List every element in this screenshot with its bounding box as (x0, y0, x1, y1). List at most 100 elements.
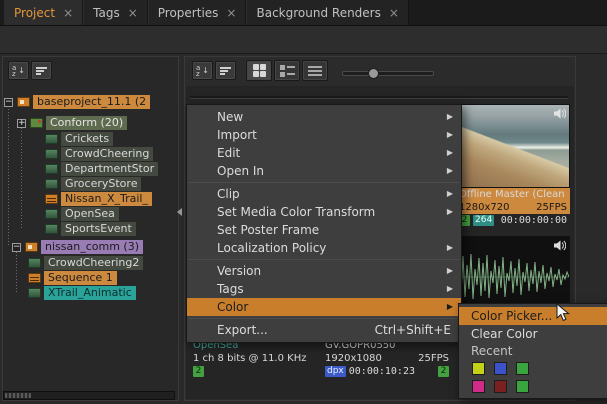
tree-item-baseproject[interactable]: − baseproject_11.1 (2 (4, 95, 150, 109)
recent-color-swatch[interactable] (516, 362, 529, 375)
tab-background-renders[interactable]: Background Renders × (246, 0, 408, 25)
arrow-down-icon: ↓ (18, 66, 25, 75)
tree-item-label: OpenSea (61, 207, 119, 221)
menu-item-color[interactable]: Color ▶ (187, 298, 461, 316)
tree-item-sportsevent[interactable]: SportsEvent (45, 222, 136, 236)
project-icon (17, 97, 30, 107)
menu-item-version[interactable]: Version ▶ (187, 262, 461, 280)
menu-item-color-picker[interactable]: Color Picker... (459, 307, 607, 325)
tree-item-opensea[interactable]: OpenSea (45, 207, 119, 221)
submenu-arrow-icon: ▶ (447, 108, 453, 126)
bin-icon (30, 118, 43, 128)
menu-shortcut: Ctrl+Shift+E (375, 321, 451, 339)
menu-separator (188, 318, 460, 319)
expand-expander-icon[interactable]: + (17, 119, 26, 128)
tree-item-label: CrowdCheering2 (44, 256, 143, 270)
tree-guide (8, 106, 9, 246)
clip-spec-row: 1920x1080 25FPS (322, 352, 452, 365)
menu-separator (188, 182, 460, 183)
menu-item-localization-policy[interactable]: Localization Policy ▶ (187, 239, 461, 257)
tab-label: Tags (93, 6, 120, 20)
tree-item-conform[interactable]: + Conform (20) (17, 116, 127, 130)
menu-item-set-media-color-transform[interactable]: Set Media Color Transform ▶ (187, 203, 461, 221)
track-count-badge: 2 (193, 366, 204, 377)
view-mode-detail-button[interactable] (274, 60, 300, 81)
menu-item-open-in[interactable]: Open In ▶ (187, 162, 461, 180)
recent-color-swatch[interactable] (516, 380, 529, 393)
panel-collapse-arrow[interactable] (177, 208, 182, 216)
view-mode-list-button[interactable] (302, 60, 328, 81)
tree-item-departmentstore[interactable]: DepartmentStor (45, 162, 158, 176)
color-submenu: Color Picker... Clear Color Recent (458, 303, 607, 399)
bin-sort-alpha-button[interactable]: az ↓ (192, 61, 213, 80)
tab-project[interactable]: Project × (4, 0, 83, 25)
tree-item-crowdcheering2[interactable]: CrowdCheering2 (28, 256, 143, 270)
clip-card-offline-master[interactable]: Offline Master (Clean 1280x720 25FPS 2 2… (456, 104, 570, 227)
close-icon[interactable]: × (389, 7, 399, 19)
tree-item-crickets[interactable]: Crickets (45, 132, 113, 146)
recent-color-swatch[interactable] (494, 362, 507, 375)
recent-colors-label: Recent (459, 343, 607, 359)
collapse-expander-icon[interactable]: − (4, 98, 13, 107)
clip-icon (28, 258, 41, 268)
clip-icon (45, 179, 58, 189)
horizontal-scrollbar-track[interactable] (190, 96, 568, 99)
menu-item-edit[interactable]: Edit ▶ (187, 144, 461, 162)
view-mode-thumbnails-button[interactable] (246, 60, 272, 81)
sort-bars-icon (220, 67, 231, 75)
tree-item-nissan-comm[interactable]: − nissan_comm (3) (12, 240, 143, 254)
submenu-arrow-icon: ▶ (447, 126, 453, 144)
clip-fps: 25FPS (418, 352, 449, 365)
tree-item-label: XTrail_Animatic (44, 286, 136, 300)
tree-item-crowdcheering[interactable]: CrowdCheering (45, 147, 153, 161)
clip-icon (45, 134, 58, 144)
arrow-down-icon: ↓ (202, 66, 209, 75)
codec-badge: dpx (325, 366, 346, 377)
tree-item-nissan-x-trail[interactable]: Nissan_X_Trail_ (45, 192, 152, 206)
sort-order-button[interactable] (31, 61, 52, 80)
clip-thumbnail (456, 104, 570, 188)
sort-alpha-button[interactable]: az ↓ (8, 61, 29, 80)
project-icon (25, 242, 38, 252)
close-icon[interactable]: × (63, 7, 73, 19)
close-icon[interactable]: × (226, 7, 236, 19)
collapse-expander-icon[interactable]: − (12, 243, 21, 252)
clip-icon (45, 194, 58, 204)
clip-resolution: 1920x1080 (325, 352, 382, 365)
submenu-arrow-icon: ▶ (447, 203, 453, 221)
recent-color-swatch[interactable] (472, 380, 485, 393)
clip-card-gopro[interactable]: GV.GOPR0550 1920x1080 25FPS dpx 00:00:10… (322, 339, 452, 378)
tree-item-sequence-1[interactable]: Sequence 1 (28, 271, 117, 285)
menu-item-new[interactable]: New ▶ (187, 108, 461, 126)
tree-horizontal-scrollbar[interactable] (3, 391, 175, 400)
tree-item-label: Nissan_X_Trail_ (61, 192, 152, 206)
menu-item-tags[interactable]: Tags ▶ (187, 280, 461, 298)
close-icon[interactable]: × (128, 7, 138, 19)
clip-resolution: 1280x720 (459, 201, 509, 214)
menu-item-export[interactable]: Export... Ctrl+Shift+E (187, 321, 461, 339)
menu-item-clear-color[interactable]: Clear Color (459, 325, 607, 343)
clip-card-opensea[interactable]: OpenSea 1 ch 8 bits @ 11.0 KHz 2 (190, 339, 318, 378)
tree-item-xtrail-animatic[interactable]: XTrail_Animatic (28, 286, 136, 300)
tree-item-label: Conform (20) (46, 116, 127, 130)
clip-fps: 25FPS (536, 201, 567, 214)
list-view-icon (308, 66, 322, 76)
tab-properties[interactable]: Properties × (148, 0, 247, 25)
bin-sort-order-button[interactable] (215, 61, 236, 80)
audio-waveform (457, 247, 569, 307)
recent-swatch-row (459, 377, 607, 395)
recent-color-swatch[interactable] (494, 380, 507, 393)
tree-item-grocerystore[interactable]: GroceryStore (45, 177, 141, 191)
tree-item-label: baseproject_11.1 (2 (33, 95, 150, 109)
menu-item-import[interactable]: Import ▶ (187, 126, 461, 144)
thumbnail-size-slider[interactable] (342, 71, 434, 76)
tab-tags[interactable]: Tags × (83, 0, 148, 25)
scrollbar-handle[interactable] (5, 393, 31, 398)
tree-item-label: DepartmentStor (61, 162, 158, 176)
tab-bar: Project × Tags × Properties × Background… (0, 0, 607, 26)
menu-item-clip[interactable]: Clip ▶ (187, 185, 461, 203)
submenu-arrow-icon: ▶ (447, 144, 453, 162)
menu-item-set-poster-frame[interactable]: Set Poster Frame (187, 221, 461, 239)
recent-color-swatch[interactable] (472, 362, 485, 375)
submenu-arrow-icon: ▶ (447, 298, 453, 316)
